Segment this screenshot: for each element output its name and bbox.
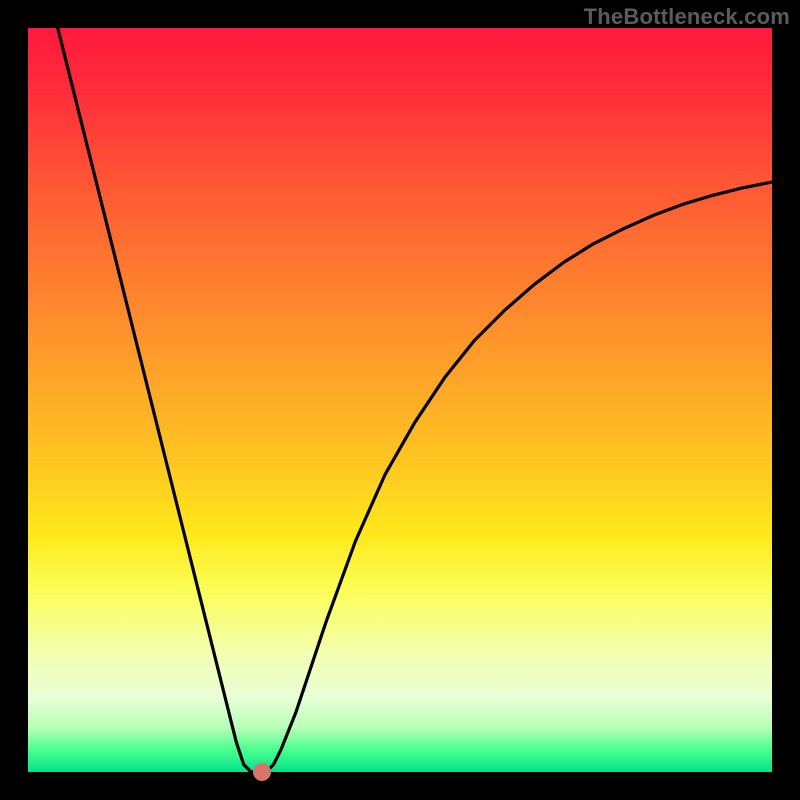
curve-line	[28, 28, 772, 772]
chart-frame: TheBottleneck.com	[0, 0, 800, 800]
watermark-text: TheBottleneck.com	[584, 4, 790, 30]
marker-dot	[253, 763, 271, 781]
